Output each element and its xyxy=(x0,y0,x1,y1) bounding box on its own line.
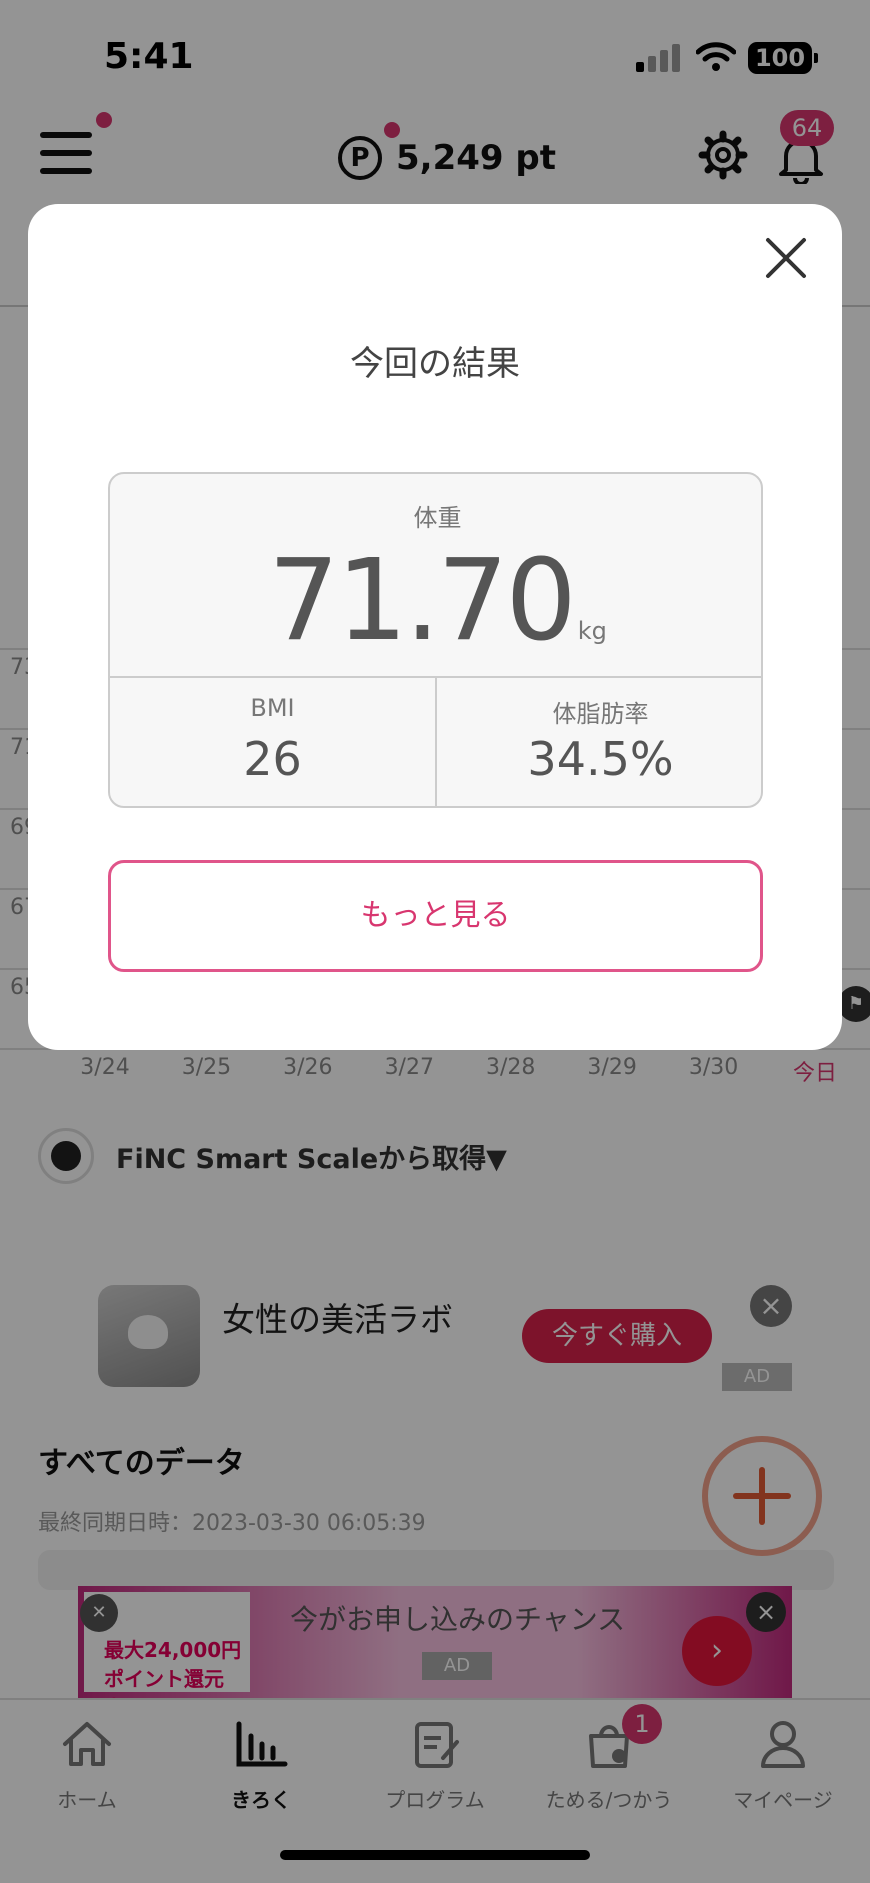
close-icon[interactable] xyxy=(758,230,814,286)
weight-value: 71.70 xyxy=(268,536,577,666)
body-fat-label: 体脂肪率 xyxy=(552,700,649,728)
weight-cell: 体重 71.70 kg xyxy=(110,474,761,678)
weight-unit: kg xyxy=(577,617,607,645)
bmi-value: 26 xyxy=(243,732,302,786)
bmi-cell: BMI 26 xyxy=(110,678,437,806)
result-modal: 今回の結果 体重 71.70 kg BMI 26 体脂肪率 34.5% もっと見る xyxy=(28,204,842,1050)
bmi-label: BMI xyxy=(250,694,295,722)
body-fat-cell: 体脂肪率 34.5% xyxy=(437,678,761,806)
weight-value-row: 71.70 kg xyxy=(110,536,761,666)
modal-title: 今回の結果 xyxy=(350,344,520,384)
result-summary: 体重 71.70 kg BMI 26 体脂肪率 34.5% xyxy=(108,472,763,808)
body-fat-value: 34.5% xyxy=(527,732,674,786)
see-more-button[interactable]: もっと見る xyxy=(108,860,763,972)
weight-label: 体重 xyxy=(413,504,462,532)
